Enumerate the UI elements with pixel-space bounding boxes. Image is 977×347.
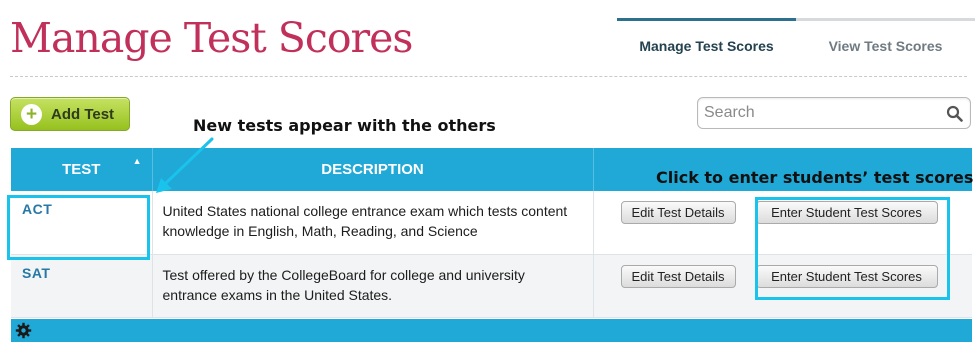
annotation-arrow [156,137,214,193]
